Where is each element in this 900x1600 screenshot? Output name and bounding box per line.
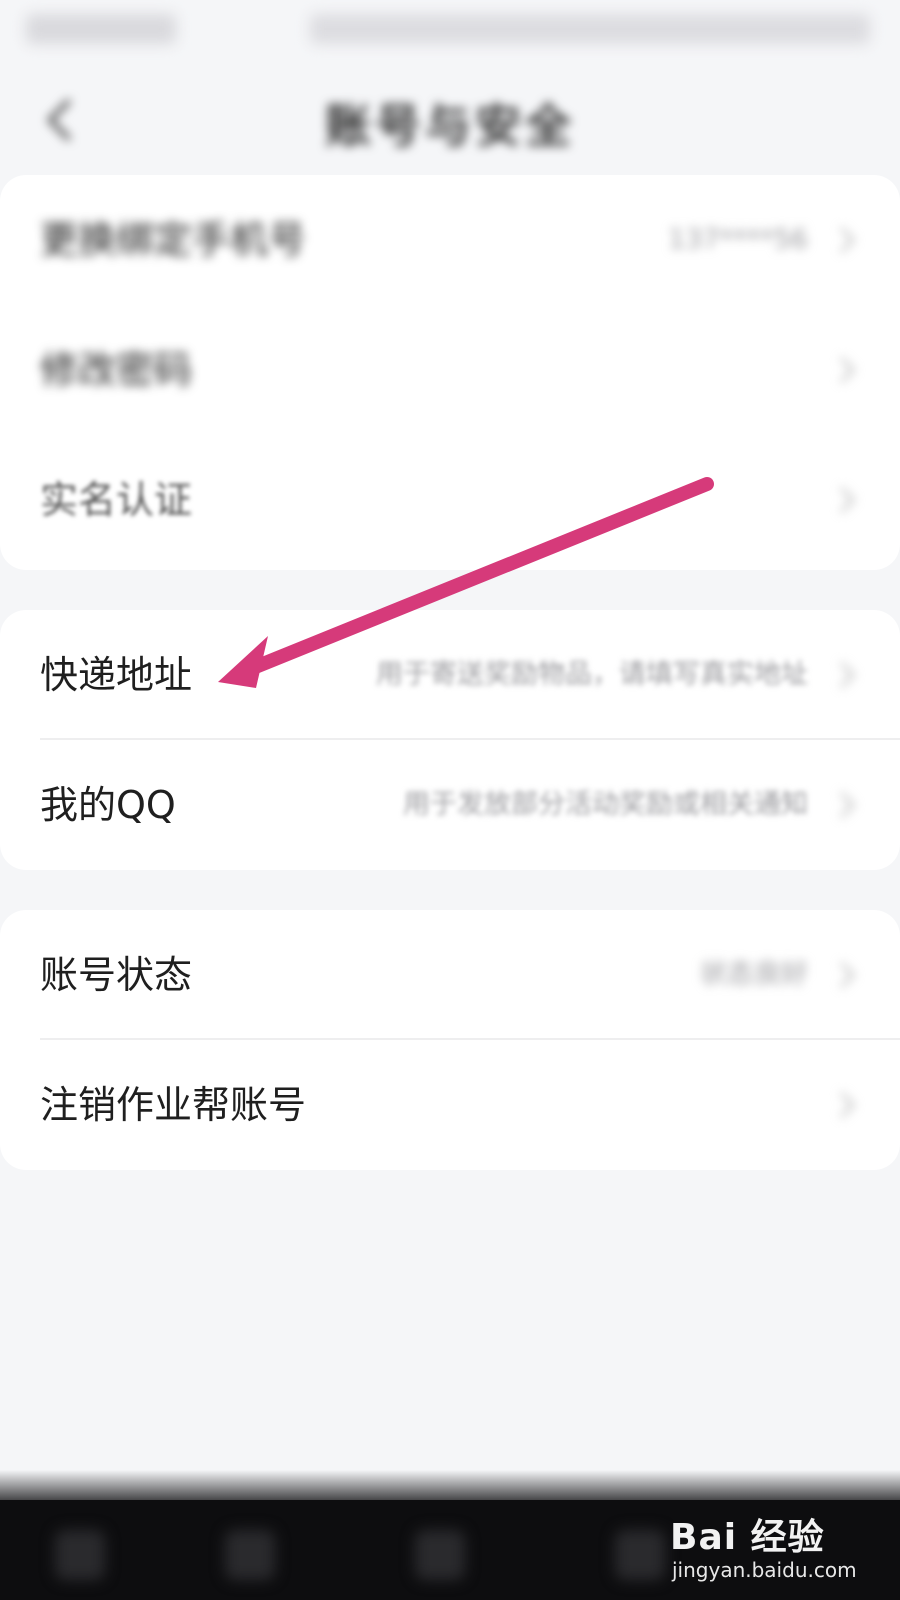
row-delivery-address[interactable]: 快递地址 用于寄送奖励物品，请填写真实地址 (0, 610, 900, 740)
row-delete-account[interactable]: 注销作业帮账号 (0, 1040, 900, 1170)
row-account-status[interactable]: 账号状态 状态良好 (0, 910, 900, 1040)
watermark-logo: Bai 经验 (670, 1517, 825, 1558)
row-label: 账号状态 (40, 953, 193, 997)
row-label: 注销作业帮账号 (40, 1083, 307, 1127)
chevron-right-icon (838, 790, 856, 820)
row-change-phone[interactable]: 更换绑定手机号 137****56 (0, 175, 900, 305)
row-value: 137****56 (668, 224, 808, 255)
status-bar-carrier (26, 14, 176, 44)
row-label: 快递地址 (40, 653, 193, 697)
account-security-card: 更换绑定手机号 137****56 修改密码 实名认证 (0, 175, 900, 570)
baidu-jingyan-watermark: Bai 经验 jingyan.baidu.com (670, 1500, 860, 1590)
row-value: 状态良好 (700, 959, 808, 990)
status-bar (0, 0, 900, 60)
nav-menu-icon[interactable] (55, 1530, 105, 1580)
row-label: 我的QQ (40, 783, 176, 827)
row-value: 用于寄送奖励物品，请填写真实地址 (376, 659, 808, 690)
row-change-password[interactable]: 修改密码 (0, 305, 900, 435)
header: 账号与安全 (0, 80, 900, 160)
nav-back-icon[interactable] (225, 1530, 275, 1580)
contact-card: 快递地址 用于寄送奖励物品，请填写真实地址 我的QQ 用于发放部分活动奖励或相关… (0, 610, 900, 870)
watermark-url: jingyan.baidu.com (672, 1558, 857, 1582)
chevron-right-icon (838, 355, 856, 385)
chevron-right-icon (838, 485, 856, 515)
nav-recents-icon[interactable] (615, 1530, 665, 1580)
nav-home-icon[interactable] (415, 1530, 465, 1580)
status-bar-indicators (310, 14, 870, 44)
chevron-right-icon (838, 1090, 856, 1120)
chevron-right-icon (838, 960, 856, 990)
row-label: 更换绑定手机号 (40, 218, 307, 262)
chevron-right-icon (838, 660, 856, 690)
page-title: 账号与安全 (325, 99, 575, 153)
row-label: 修改密码 (40, 348, 193, 392)
row-label: 实名认证 (40, 478, 193, 522)
row-value: 用于发放部分活动奖励或相关通知 (403, 789, 808, 820)
account-status-card: 账号状态 状态良好 注销作业帮账号 (0, 910, 900, 1170)
row-real-name[interactable]: 实名认证 (0, 435, 900, 565)
row-my-qq[interactable]: 我的QQ 用于发放部分活动奖励或相关通知 (0, 740, 900, 870)
chevron-right-icon (838, 225, 856, 255)
